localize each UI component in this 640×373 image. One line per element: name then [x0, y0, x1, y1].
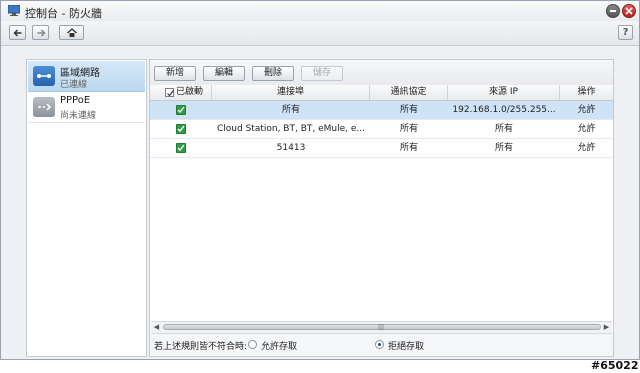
column-header-action[interactable]: 操作	[560, 85, 613, 100]
cell-source-ip: 192.168.1.0/255.255...	[452, 105, 556, 115]
column-header-enabled[interactable]: 已啟動	[150, 85, 212, 100]
home-button[interactable]	[59, 25, 84, 40]
column-header-label: 已啟動	[176, 87, 204, 97]
cell-protocol: 所有	[399, 143, 418, 153]
add-button[interactable]: 新增	[154, 66, 196, 81]
sidebar-item-status: 已連線	[60, 80, 88, 90]
cell-action: 允許	[577, 143, 596, 153]
firewall-rules-panel: 新增 編輯 刪除 儲存 已啟動 連接埠 通訊協定 來源 IP 操作 所有 所有 …	[149, 59, 614, 357]
control-panel-icon	[8, 5, 20, 16]
default-policy-bar: 若上述規則皆不符合時: 允許存取 拒絕存取	[150, 334, 613, 356]
help-button[interactable]: ?	[618, 25, 633, 40]
allow-access-radio[interactable]	[248, 340, 257, 349]
check-icon	[167, 90, 174, 97]
table-row[interactable]: Cloud Station, BT, BT, eMule, e... 所有 所有…	[150, 120, 613, 139]
cell-source-ip: 所有	[494, 124, 513, 134]
scroll-left-icon[interactable]: ◀	[152, 323, 161, 332]
delete-button[interactable]: 刪除	[252, 66, 294, 81]
grip-icon: |||	[378, 324, 385, 331]
close-icon	[625, 7, 633, 15]
sidebar-item-pppoe[interactable]: PPPoE 尚未連線	[28, 92, 145, 123]
rule-enabled-checkbox[interactable]	[176, 124, 186, 134]
check-icon	[177, 125, 185, 133]
horizontal-scrollbar[interactable]: ◀ ||| ▶	[151, 321, 612, 334]
scrollbar-thumb[interactable]: |||	[163, 324, 601, 331]
edit-button[interactable]: 編輯	[203, 66, 245, 81]
close-button[interactable]	[622, 4, 636, 18]
cell-source-ip: 所有	[494, 143, 513, 153]
navigation-toolbar: ?	[1, 21, 639, 46]
arrow-left-icon	[13, 28, 21, 37]
forward-button[interactable]	[32, 25, 49, 40]
minimize-button[interactable]	[606, 4, 620, 18]
lan-icon	[33, 66, 55, 86]
column-header-protocol[interactable]: 通訊協定	[370, 85, 448, 100]
save-button[interactable]: 儲存	[301, 66, 343, 81]
sidebar-item-status: 尚未連線	[60, 111, 97, 121]
scroll-right-icon[interactable]: ▶	[602, 323, 611, 332]
window-title: 控制台 - 防火牆	[25, 7, 102, 20]
sidebar: 區域網路 已連線 PPPoE 尚未連線	[26, 59, 147, 357]
title-bar: 控制台 - 防火牆	[1, 1, 639, 21]
rule-enabled-checkbox[interactable]	[176, 105, 186, 115]
column-header-port[interactable]: 連接埠	[212, 85, 370, 100]
back-button[interactable]	[9, 25, 26, 40]
allow-access-label[interactable]: 允許存取	[261, 339, 297, 352]
select-all-checkbox[interactable]	[165, 88, 174, 97]
sidebar-item-lan[interactable]: 區域網路 已連線	[28, 61, 145, 92]
table-row[interactable]: 所有 所有 192.168.1.0/255.255... 允許	[150, 101, 613, 120]
column-header-source-ip[interactable]: 來源 IP	[448, 85, 560, 100]
sidebar-item-label: PPPoE	[60, 95, 91, 106]
deny-access-radio[interactable]	[375, 340, 384, 349]
cell-action: 允許	[577, 124, 596, 134]
default-policy-label: 若上述規則皆不符合時:	[154, 342, 248, 352]
deny-access-label[interactable]: 拒絕存取	[388, 339, 424, 352]
home-icon	[66, 27, 77, 37]
watermark: #65022	[591, 359, 639, 372]
control-panel-window: 控制台 - 防火牆 ? 區域網路 已連線 PPPoE 尚未連線 新增 編輯 刪除…	[0, 0, 640, 360]
cell-protocol: 所有	[399, 124, 418, 134]
cell-port: Cloud Station, BT, BT, eMule, e...	[217, 124, 365, 134]
check-icon	[177, 106, 185, 114]
arrow-right-icon	[37, 28, 45, 37]
table-header: 已啟動 連接埠 通訊協定 來源 IP 操作	[150, 85, 613, 101]
pppoe-icon	[33, 97, 55, 117]
table-row[interactable]: 51413 所有 所有 允許	[150, 139, 613, 158]
cell-protocol: 所有	[399, 105, 418, 115]
cell-action: 允許	[577, 105, 596, 115]
cell-port: 所有	[281, 105, 300, 115]
content-area: 區域網路 已連線 PPPoE 尚未連線 新增 編輯 刪除 儲存 已啟動 連接埠 …	[1, 46, 639, 359]
action-bar: 新增 編輯 刪除 儲存	[150, 60, 613, 86]
rule-enabled-checkbox[interactable]	[176, 143, 186, 153]
check-icon	[177, 144, 185, 152]
cell-port: 51413	[276, 143, 306, 153]
